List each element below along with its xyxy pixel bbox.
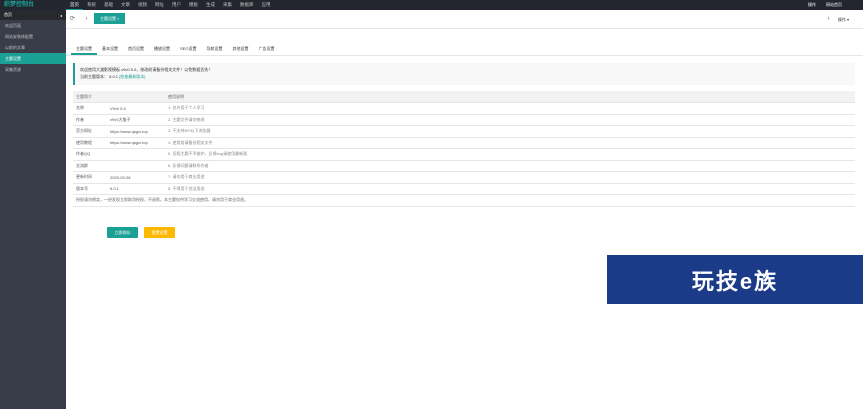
- watermark-logo: 玩技e族: [607, 255, 863, 304]
- settings-tab[interactable]: SEO设置: [175, 43, 201, 55]
- table-row: 版本号 5.0.1 8. 不得用于违法用途: [73, 183, 855, 195]
- version-label: 当前主题版本：: [80, 74, 108, 79]
- top-nav: 首页 系统 基础 文章 视频 网址 用户 模板 生成 采集 数据库 应用: [66, 0, 275, 10]
- tab-active[interactable]: 主题设置 ×: [94, 13, 126, 24]
- version-value: 5.0.1: [109, 74, 119, 79]
- top-nav-item[interactable]: 采集: [219, 0, 236, 10]
- top-nav-item[interactable]: 首页: [66, 0, 83, 10]
- top-nav-item[interactable]: 视频: [134, 0, 151, 10]
- settings-tabs: 主题设置 基本设置 首页设置 播放设置 SEO设置 导航设置 其他设置 广告设置: [66, 43, 863, 56]
- tabs-bar: ⟳ ‹ 主题设置 × › 操作 ▾: [66, 10, 863, 29]
- row-note: 6. 反馈问题请联系作者: [165, 160, 855, 172]
- top-ops-link[interactable]: 操作: [803, 0, 821, 10]
- license-note: 授权请勿倒卖，一经发现立即取消授权，不退款。本主题仅供学习交流使用，请勿用于商业…: [73, 194, 855, 207]
- top-nav-item[interactable]: 模板: [185, 0, 202, 10]
- settings-tab[interactable]: 首页设置: [123, 43, 149, 55]
- top-nav-item[interactable]: 应用: [258, 0, 275, 10]
- top-right-links: 操作 网站首页: [803, 0, 847, 10]
- table-row: 更新时间 2023-09-28 7. 请勿用于商业用途: [73, 171, 855, 184]
- row-key: 交流群: [73, 160, 107, 172]
- chevron-right-icon[interactable]: ›: [824, 15, 833, 24]
- row-key: 作者QQ: [73, 148, 107, 161]
- row-value: V9v0 5.0: [107, 102, 165, 115]
- table-header: 使用说明: [165, 91, 855, 103]
- top-nav-item[interactable]: 文章: [117, 0, 134, 10]
- sidebar-item[interactable]: 欢迎页面: [0, 20, 66, 31]
- table-header: [107, 91, 165, 103]
- chevron-left-icon[interactable]: ‹: [82, 15, 91, 24]
- settings-tab[interactable]: 广告设置: [253, 43, 279, 55]
- table-row: 作者QQ 5. 旧版主题不予维护，反馈bug请使用最新版: [73, 148, 855, 161]
- settings-tab[interactable]: 基本设置: [97, 43, 123, 55]
- row-value: v9v0大猫子: [107, 114, 165, 126]
- tab-ops-label: 操作: [837, 17, 846, 22]
- row-value: 5.0.1: [107, 183, 165, 195]
- table-header: 主题简介: [73, 91, 107, 103]
- tab-active-label: 主题设置: [100, 16, 116, 21]
- row-note: 3. 不支持IE9以下浏览器: [165, 125, 855, 138]
- top-nav-item[interactable]: 网址: [151, 0, 168, 10]
- row-value: [107, 160, 165, 172]
- top-nav-item[interactable]: 数据库: [236, 0, 258, 10]
- row-key: 更新时间: [73, 171, 107, 184]
- reset-button[interactable]: 重置设置: [144, 227, 175, 238]
- site-home-link[interactable]: 网站首页: [821, 0, 847, 10]
- sidebar-menu: 欢迎页面 网站安装体配置 以前的文章 主题设置 采集资源: [0, 20, 66, 75]
- row-value: [107, 148, 165, 161]
- close-icon[interactable]: ×: [117, 16, 119, 21]
- row-key: 作者: [73, 114, 107, 126]
- row-note: 7. 请勿用于商业用途: [165, 171, 855, 184]
- top-bar: 织梦控制台 首页 系统 基础 文章 视频 网址 用户 模板 生成 采集 数据库 应用 操作 网站首页: [0, 0, 863, 10]
- row-value: https://www.qiqpx.top: [107, 125, 165, 138]
- top-nav-item[interactable]: 系统: [83, 0, 100, 10]
- sidebar-item[interactable]: 网站安装体配置: [0, 31, 66, 42]
- row-note: 1. 仅许用于个人学习: [165, 102, 855, 115]
- chevron-left-icon[interactable]: ◂: [60, 13, 62, 18]
- chevron-down-icon: ▾: [846, 17, 849, 22]
- settings-tab[interactable]: 播放设置: [149, 43, 175, 55]
- row-key: 版本号: [73, 183, 107, 195]
- table-row: 官方网址 https://www.qiqpx.top 3. 不支持IE9以下浏览器: [73, 125, 855, 138]
- table-header-row: 主题简介 使用说明: [73, 91, 855, 103]
- row-key: 官方网址: [73, 125, 107, 138]
- main-content: ⟳ ‹ 主题设置 × › 操作 ▾ 主题设置 基本设置 首页设置 播放设置 SEO设置导…: [66, 10, 863, 409]
- row-note: 2. 主题文件请勿修改: [165, 114, 855, 126]
- table-row: 交流群 6. 反馈问题请联系作者: [73, 160, 855, 172]
- sidebar: 首页 ◂ 欢迎页面 网站安装体配置 以前的文章 主题设置 采集资源: [0, 10, 66, 409]
- sidebar-item[interactable]: 以前的文章: [0, 42, 66, 53]
- notice-line2: 当前主题版本： 5.0.1 [检查最新版本]: [80, 73, 850, 80]
- row-note: 8. 不得用于违法用途: [165, 183, 855, 195]
- save-button[interactable]: 立即保存: [107, 227, 138, 238]
- table-row: 使用教程 https://www.qiqpx.top 4. 使用前请备份相关文件: [73, 137, 855, 149]
- top-nav-item[interactable]: 基础: [100, 0, 117, 10]
- theme-info-table: 主题简介 使用说明 名称 V9v0 5.0 1. 仅许用于个人学习 作者 v9v0大猫子…: [73, 91, 855, 207]
- notice-line1: 欢迎使用大潘影视模板 v9v0 5.0，修改前请备份相关文件！以免数据丢失！: [80, 67, 213, 72]
- row-note: 4. 使用前请备份相关文件: [165, 137, 855, 149]
- refresh-icon[interactable]: ⟳: [68, 15, 77, 24]
- top-nav-item[interactable]: 生成: [202, 0, 219, 10]
- row-value: 2023-09-28: [107, 171, 165, 184]
- sidebar-item[interactable]: 主题设置: [0, 53, 66, 64]
- sidebar-header[interactable]: 首页 ◂: [0, 10, 66, 20]
- table-row: 作者 v9v0大猫子 2. 主题文件请勿修改: [73, 114, 855, 126]
- row-value: https://www.qiqpx.top: [107, 137, 165, 149]
- row-key: 使用教程: [73, 137, 107, 149]
- table-row: 名称 V9v0 5.0 1. 仅许用于个人学习: [73, 102, 855, 115]
- settings-tab[interactable]: 主题设置: [71, 43, 97, 55]
- settings-tab[interactable]: 导航设置: [201, 43, 227, 55]
- sidebar-item[interactable]: 采集资源: [0, 64, 66, 75]
- row-key: 名称: [73, 102, 107, 115]
- row-note: 5. 旧版主题不予维护，反馈bug请使用最新版: [165, 148, 855, 161]
- sidebar-title: 首页: [4, 12, 12, 17]
- settings-tab[interactable]: 其他设置: [227, 43, 253, 55]
- tab-ops-dropdown[interactable]: 操作 ▾: [838, 15, 849, 24]
- table-footer-row: 授权请勿倒卖，一经发现立即取消授权，不退款。本主题仅供学习交流使用，请勿用于商业…: [73, 194, 855, 207]
- app-logo: 织梦控制台: [4, 2, 35, 8]
- notice-box: 欢迎使用大潘影视模板 v9v0 5.0，修改前请备份相关文件！以免数据丢失！ 当…: [73, 63, 855, 85]
- top-nav-item[interactable]: 用户: [168, 0, 185, 10]
- check-update-link[interactable]: [检查最新版本]: [119, 74, 145, 79]
